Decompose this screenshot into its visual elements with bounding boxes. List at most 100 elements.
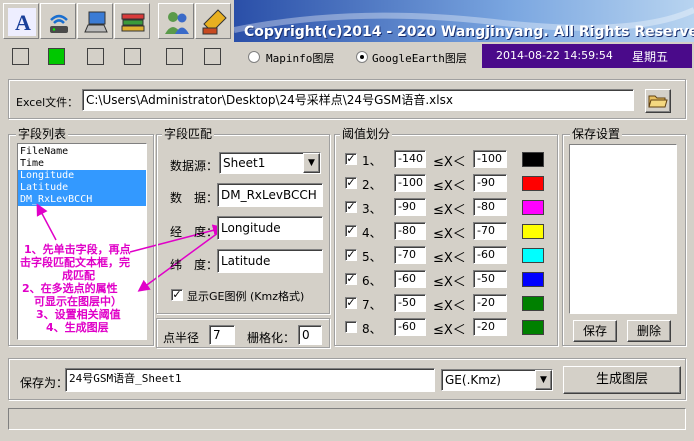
pen-tool-button[interactable] [195,3,231,39]
annotation-line-2: 击字段匹配文本框，完 [20,256,130,269]
threshold-operator: ≤X＜ [433,179,466,194]
format-select[interactable]: GE(.Kmz) ▼ [441,369,553,391]
grid-label: 栅格化： [247,331,296,345]
font-icon: A [8,8,36,36]
threshold-checkbox-3[interactable]: ✓ [345,201,357,213]
threshold-color-swatch[interactable] [522,152,544,167]
delete-button[interactable]: 删除 [627,320,671,342]
threshold-high-field[interactable]: -20 [473,294,507,312]
threshold-checkbox-5[interactable]: ✓ [345,249,357,261]
datasource-select[interactable]: Sheet1 ▼ [219,152,321,174]
threshold-checkbox-8[interactable] [345,321,357,333]
books-tool-button[interactable] [114,3,150,39]
threshold-low-field[interactable]: -60 [394,270,426,288]
list-item[interactable]: FileName [18,146,146,158]
status-led-1 [12,48,29,65]
threshold-checkbox-2[interactable]: ✓ [345,177,357,189]
radio-googleearth[interactable] [356,51,368,63]
wireless-tool-button[interactable] [40,3,76,39]
toolbar: A [0,0,234,42]
excel-path-field[interactable]: C:\Users\Administrator\Desktop\24号采样点\24… [82,89,634,111]
radius-field[interactable]: 7 [209,325,235,345]
annotation-line-3: 成匹配 [62,269,95,282]
clock-datetime: 2014-08-22 14:59:54 [496,49,613,62]
format-dropdown-button[interactable]: ▼ [535,370,552,390]
threshold-high-field[interactable]: -100 [473,150,507,168]
list-item[interactable]: Longitude [18,170,146,182]
status-led-5 [166,48,183,65]
grid-field[interactable]: 0 [298,325,322,345]
threshold-low-field[interactable]: -140 [394,150,426,168]
threshold-color-swatch[interactable] [522,320,544,335]
datasource-label: 数据源： [170,159,219,173]
threshold-high-field[interactable]: -90 [473,174,507,192]
copyright-banner: Copyright(c)2014 - 2020 Wangjinyang. All… [234,0,694,42]
data-field[interactable]: DM_RxLevBCCH [217,183,323,207]
threshold-checkbox-6[interactable]: ✓ [345,273,357,285]
radio-mapinfo[interactable] [248,51,260,63]
list-item[interactable]: DM_RxLevBCCH [18,194,146,206]
threshold-operator: ≤X＜ [433,251,466,266]
threshold-low-field[interactable]: -100 [394,174,426,192]
clock-panel: 2014-08-22 14:59:54 星期五 [482,44,692,68]
threshold-row-label: 2、 [362,178,382,192]
threshold-high-field[interactable]: -50 [473,270,507,288]
threshold-high-field[interactable]: -60 [473,246,507,264]
threshold-row-label: 8、 [362,322,382,336]
status-bar [8,408,686,430]
users-tool-button[interactable] [158,3,194,39]
threshold-checkbox-7[interactable]: ✓ [345,297,357,309]
users-icon [165,12,189,34]
laptop-tool-button[interactable] [77,3,113,39]
clock-weekday: 星期五 [632,50,669,64]
lon-field[interactable]: Longitude [217,216,323,240]
generate-layer-button[interactable]: 生成图层 [563,366,681,394]
map-mode-group: Mapinfo图层 GoogleEarth图层 [248,49,476,67]
threshold-checkbox-4[interactable]: ✓ [345,225,357,237]
save-as-filename-field[interactable]: 24号GSM语音_Sheet1 [65,368,435,392]
open-folder-button[interactable] [645,89,671,113]
datasource-dropdown-button[interactable]: ▼ [303,153,320,173]
threshold-row-label: 5、 [362,250,382,264]
field-list-title: 字段列表 [16,127,69,141]
threshold-low-field[interactable]: -60 [394,318,426,336]
threshold-high-field[interactable]: -70 [473,222,507,240]
save-settings-list[interactable] [569,144,677,314]
legend-checkbox[interactable]: ✓ [171,289,183,301]
threshold-high-field[interactable]: -20 [473,318,507,336]
threshold-operator: ≤X＜ [433,323,466,338]
threshold-row-label: 6、 [362,274,382,288]
save-settings-title: 保存设置 [570,127,623,141]
radius-label: 点半径 [163,331,200,345]
threshold-color-swatch[interactable] [522,176,544,191]
threshold-color-swatch[interactable] [522,224,544,239]
list-item[interactable]: Latitude [18,182,146,194]
lat-field[interactable]: Latitude [217,249,323,273]
copyright-text: Copyright(c)2014 - 2020 Wangjinyang. All… [244,24,694,40]
laptop-icon [84,11,108,33]
threshold-low-field[interactable]: -90 [394,198,426,216]
status-led-6 [204,48,221,65]
threshold-color-swatch[interactable] [522,272,544,287]
threshold-color-swatch[interactable] [522,296,544,311]
threshold-checkbox-1[interactable]: ✓ [345,153,357,165]
save-as-label: 保存为： [20,376,69,390]
radio-googleearth-label: GoogleEarth图层 [372,52,467,65]
annotation-line-5: 可显示在图层中） [34,295,122,308]
save-button[interactable]: 保存 [573,320,617,342]
font-tool-button[interactable]: A [3,3,39,39]
list-item[interactable]: Time [18,158,146,170]
threshold-color-swatch[interactable] [522,200,544,215]
threshold-color-swatch[interactable] [522,248,544,263]
threshold-operator: ≤X＜ [433,299,466,314]
threshold-low-field[interactable]: -50 [394,294,426,312]
threshold-operator: ≤X＜ [433,155,466,170]
legend-checkbox-label: 显示GE图例 (Kmz格式) [187,290,305,303]
annotation-line-7: 4、生成图层 [46,321,109,334]
field-match-title: 字段匹配 [162,127,215,141]
excel-file-label: Excel文件： [16,96,79,109]
threshold-low-field[interactable]: -80 [394,222,426,240]
annotation-line-4: 2、在多选点的属性 [22,282,118,295]
threshold-high-field[interactable]: -80 [473,198,507,216]
threshold-low-field[interactable]: -70 [394,246,426,264]
